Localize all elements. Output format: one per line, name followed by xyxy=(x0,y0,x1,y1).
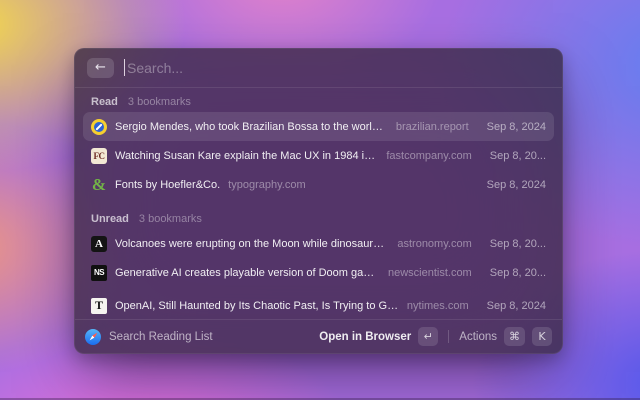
section-header-unread: Unread 3 bookmarks xyxy=(83,207,554,229)
open-in-browser-button[interactable]: Open in Browser xyxy=(319,331,411,343)
bookmark-domain: brazilian.report xyxy=(395,120,469,133)
bookmark-row[interactable]: A Volcanoes were erupting on the Moon wh… xyxy=(83,229,554,258)
return-key-icon: ↵ xyxy=(418,327,439,346)
bookmark-date: Sep 8, 2024 xyxy=(486,178,546,191)
bookmark-title: Volcanoes were erupting on the Moon whil… xyxy=(115,237,389,250)
bookmark-title: Watching Susan Kare explain the Mac UX i… xyxy=(115,149,378,162)
actions-button[interactable]: Actions xyxy=(459,331,497,343)
command-name: Search Reading List xyxy=(109,330,213,343)
section-label: Read xyxy=(91,96,118,108)
bookmark-domain: nytimes.com xyxy=(406,299,469,312)
action-bar: Search Reading List Open in Browser ↵ Ac… xyxy=(75,319,562,353)
back-button[interactable]: ← xyxy=(87,58,114,78)
bookmark-title: OpenAI, Still Haunted by Its Chaotic Pas… xyxy=(115,299,399,312)
footer-actions: Open in Browser ↵ Actions ⌘ K xyxy=(319,327,552,346)
bookmark-date: Sep 8, 20... xyxy=(489,266,546,279)
bookmark-row[interactable]: Sergio Mendes, who took Brazilian Bossa … xyxy=(83,112,554,141)
bookmark-list: Read 3 bookmarks Sergio Mendes, who took… xyxy=(75,88,562,319)
astronomy-favicon: A xyxy=(91,235,107,252)
brazilian-report-favicon xyxy=(91,118,107,135)
section-header-read: Read 3 bookmarks xyxy=(83,90,554,112)
bookmark-date: Sep 8, 20... xyxy=(489,149,546,162)
fastcompany-favicon: FC xyxy=(91,147,107,164)
bookmark-date: Sep 8, 2024 xyxy=(486,120,546,133)
command-key-icon: ⌘ xyxy=(504,327,525,346)
back-arrow-icon: ← xyxy=(95,60,106,75)
nytimes-favicon: T xyxy=(91,297,107,314)
bookmark-title: Fonts by Hoefler&Co. xyxy=(115,178,221,191)
text-caret xyxy=(124,59,125,76)
search-input[interactable] xyxy=(124,60,550,76)
section-count: 3 bookmarks xyxy=(127,96,191,108)
bookmark-date: Sep 8, 20... xyxy=(489,237,546,250)
search-bar: ← xyxy=(75,49,562,87)
bookmark-row[interactable]: NS Generative AI creates playable versio… xyxy=(83,258,554,287)
bookmark-row[interactable]: & Fonts by Hoefler&Co. typography.com Se… xyxy=(83,170,554,199)
bookmark-title: Generative AI creates playable version o… xyxy=(115,266,380,279)
k-key-icon: K xyxy=(532,327,552,346)
safari-compass-icon xyxy=(85,328,101,345)
section-count: 3 bookmarks xyxy=(138,213,202,225)
newscientist-favicon: NS xyxy=(91,264,107,281)
section-label: Unread xyxy=(91,213,129,225)
hoefler-ampersand-favicon: & xyxy=(91,176,107,193)
bookmark-row[interactable]: T OpenAI, Still Haunted by Its Chaotic P… xyxy=(83,291,554,319)
bookmark-date: Sep 8, 2024 xyxy=(486,299,546,312)
bookmark-row[interactable]: FC Watching Susan Kare explain the Mac U… xyxy=(83,141,554,170)
bookmark-domain: fastcompany.com xyxy=(386,149,472,162)
search-input-wrap xyxy=(124,49,550,87)
bookmark-domain: newscientist.com xyxy=(387,266,472,279)
reading-list-window: ← Read 3 bookmarks Sergio Mendes, who to… xyxy=(74,48,563,354)
bookmark-title: Sergio Mendes, who took Brazilian Bossa … xyxy=(115,120,388,133)
bookmark-domain: astronomy.com xyxy=(397,237,472,250)
bookmark-domain: typography.com xyxy=(228,178,306,191)
footer-separator xyxy=(448,330,450,343)
